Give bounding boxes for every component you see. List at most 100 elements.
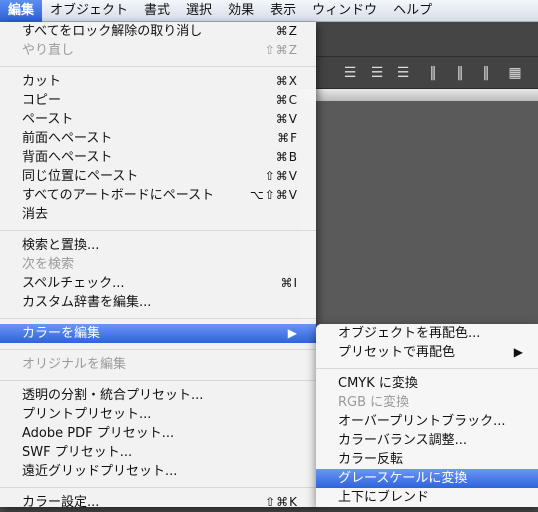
menu-item-label: スペルチェック...	[22, 276, 125, 291]
menu-item[interactable]: グレースケールに変換	[316, 469, 538, 488]
menu-item-shortcut: ⌘C	[275, 93, 298, 107]
menu-item[interactable]: 透明の分割・統合プリセット...	[0, 386, 316, 405]
menu-item-label: 消去	[22, 207, 49, 222]
menu-item-shortcut: ⇧⌘V	[264, 169, 298, 183]
menu-item: やり直し ⇧⌘Z	[0, 41, 316, 60]
menu-item[interactable]: オーバープリントブラック...	[316, 412, 538, 431]
menu-item[interactable]: プリセットで再配色 ▶	[316, 343, 538, 362]
menu-item-label: プリントプリセット...	[22, 407, 152, 422]
control-panel	[300, 22, 538, 57]
menu-item: 次を検索	[0, 255, 316, 274]
menu-item[interactable]: SWF プリセット...	[0, 443, 316, 462]
menu-item[interactable]: プリントプリセット...	[0, 405, 316, 424]
menu-item-label: SWF プリセット...	[22, 445, 133, 460]
menu-item[interactable]: 検索と置換...	[0, 236, 316, 255]
menubar-item[interactable]: ウィンドウ	[304, 0, 385, 22]
menu-item[interactable]: 上下にブレンド	[316, 488, 538, 507]
menu-item[interactable]: CMYK に変換	[316, 374, 538, 393]
menu-separator	[316, 362, 538, 374]
menu-item-label: 上下にブレンド	[338, 490, 430, 505]
menu-bar: 編集 オブジェクト 書式 選択 効果 表示 ウィンドウ ヘルプ	[0, 0, 538, 22]
menu-item[interactable]: カラーバランス調整...	[316, 431, 538, 450]
submenu-arrow-icon: ▶	[513, 345, 524, 359]
menu-item[interactable]: カスタム辞書を編集...	[0, 293, 316, 312]
submenu-arrow-icon: ▶	[287, 326, 298, 340]
align-vertical-bottom-icon[interactable]: ☰	[393, 63, 413, 83]
menu-item-label: 遠近グリッドプリセット...	[22, 464, 178, 479]
menu-item-shortcut: ⌥⇧⌘V	[249, 188, 298, 202]
menu-item[interactable]: コピー ⌘C	[0, 91, 316, 110]
menu-item-label: すべてのアートボードにペースト	[22, 188, 215, 203]
menubar-item[interactable]: 書式	[136, 0, 178, 22]
menu-item[interactable]: カット ⌘X	[0, 72, 316, 91]
menu-item-shortcut: ⌘B	[275, 150, 298, 164]
menu-item-label: カット	[22, 74, 62, 89]
menu-item[interactable]: 同じ位置にペースト ⇧⌘V	[0, 167, 316, 186]
menu-item-label: カラー設定...	[22, 495, 100, 510]
menu-item-label: グレースケールに変換	[338, 471, 468, 486]
menu-item[interactable]: すべてのアートボードにペースト ⌥⇧⌘V	[0, 186, 316, 205]
menu-item-label: 次を検索	[22, 257, 75, 272]
menu-item-label: オリジナルを編集	[22, 357, 127, 372]
menu-separator	[0, 312, 316, 324]
align-vertical-center-icon[interactable]: ☰	[367, 63, 387, 83]
menu-item-label: 背面へペースト	[22, 150, 113, 165]
menubar-item[interactable]: オブジェクト	[42, 0, 136, 22]
menubar-item[interactable]: ヘルプ	[385, 0, 440, 22]
menu-item[interactable]: 消去	[0, 205, 316, 224]
menu-item-label: プリセットで再配色	[338, 345, 456, 360]
menu-separator	[0, 224, 316, 236]
menu-item[interactable]: 背面へペースト ⌘B	[0, 148, 316, 167]
menu-separator	[0, 374, 316, 386]
edit-color-submenu: オブジェクトを再配色... プリセットで再配色 ▶ CMYK に変換 RGB に変換オー…	[316, 324, 538, 507]
menu-item-shortcut: ⌘F	[277, 131, 298, 145]
menu-item-label: やり直し	[22, 43, 75, 58]
menu-item-label: 検索と置換...	[22, 238, 100, 253]
menu-item-label: オブジェクトを再配色...	[338, 326, 481, 341]
menu-item[interactable]: すべてをロック解除の取り消し ⌘Z	[0, 22, 316, 41]
menu-item: オリジナルを編集	[0, 355, 316, 374]
menu-item-shortcut: ⌘Z	[275, 24, 298, 38]
menu-item-label: カスタム辞書を編集...	[22, 295, 152, 310]
menubar-item[interactable]: 選択	[178, 0, 220, 22]
menu-item-label: CMYK に変換	[338, 376, 418, 391]
menubar-item[interactable]: 効果	[220, 0, 262, 22]
menu-item-label: カラー反転	[338, 452, 404, 467]
menu-item-shortcut: ⌘X	[275, 74, 298, 88]
menu-item-label: RGB に変換	[338, 395, 410, 410]
menu-item[interactable]: オブジェクトを再配色...	[316, 324, 538, 343]
menu-item-shortcut: ⌘I	[280, 276, 298, 290]
menu-item[interactable]: カラー設定... ⇧⌘K	[0, 493, 316, 512]
menu-item[interactable]: Adobe PDF プリセット...	[0, 424, 316, 443]
align-vertical-top-icon[interactable]: ☰	[340, 63, 360, 83]
align-toolbar: ☰ ☰ ☰ ‖ ‖ ‖ ▦	[300, 57, 538, 89]
distribute-left-icon[interactable]: ‖	[423, 63, 443, 83]
distribute-center-icon[interactable]: ‖	[450, 63, 470, 83]
menu-item[interactable]: 前面へペースト ⌘F	[0, 129, 316, 148]
menubar-item[interactable]: 表示	[262, 0, 304, 22]
menu-item[interactable]: カラー反転	[316, 450, 538, 469]
distribute-right-icon[interactable]: ‖	[476, 63, 496, 83]
menubar-item[interactable]: 編集	[0, 0, 43, 22]
menu-item[interactable]: カラーを編集 ▶	[0, 324, 316, 343]
canvas-area[interactable]	[300, 101, 538, 331]
menu-item-label: Adobe PDF プリセット...	[22, 426, 175, 441]
transform-grid-icon[interactable]: ▦	[505, 63, 525, 83]
menu-item-label: カラーを編集	[22, 326, 101, 341]
ruler-strip	[300, 89, 538, 101]
menu-item-shortcut: ⇧⌘K	[265, 495, 298, 509]
menu-item-shortcut: ⌘V	[275, 112, 298, 126]
menu-item-shortcut: ⇧⌘Z	[264, 43, 298, 57]
menu-item: RGB に変換	[316, 393, 538, 412]
menu-item-label: オーバープリントブラック...	[338, 414, 506, 429]
menu-item[interactable]: ペースト ⌘V	[0, 110, 316, 129]
menu-item-label: ペースト	[22, 112, 74, 127]
menu-item[interactable]: スペルチェック... ⌘I	[0, 274, 316, 293]
menu-item-label: 前面へペースト	[22, 131, 113, 146]
edit-menu: すべてをロック解除の取り消し ⌘Z やり直し ⇧⌘Z カット ⌘X コピー ⌘C ペースト ⌘V 前…	[0, 22, 316, 510]
menu-item[interactable]: 遠近グリッドプリセット...	[0, 462, 316, 481]
menu-item-label: コピー	[22, 93, 62, 108]
menu-separator	[0, 60, 316, 72]
menu-item-label: 透明の分割・統合プリセット...	[22, 388, 204, 403]
menu-item-label: カラーバランス調整...	[338, 433, 468, 448]
